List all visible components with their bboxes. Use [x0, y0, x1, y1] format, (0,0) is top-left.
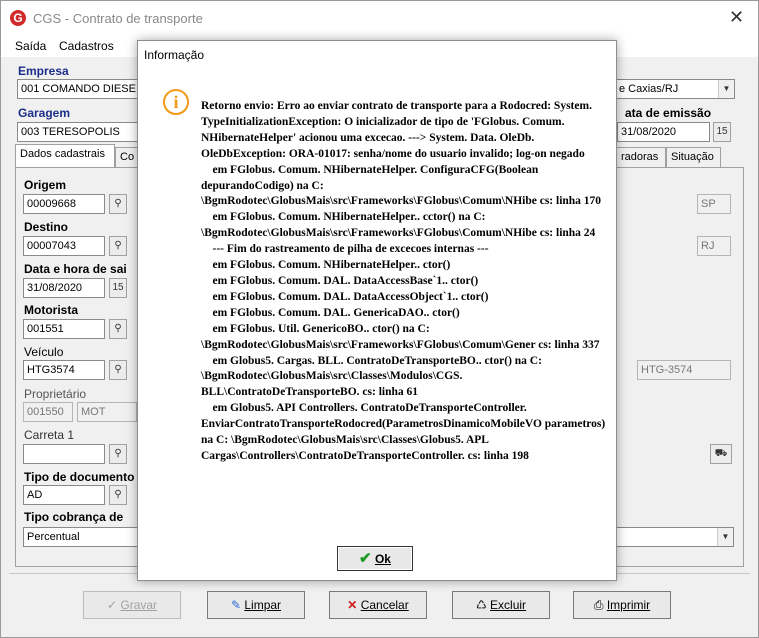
- app-logo-icon: G: [10, 10, 26, 26]
- proprietario-label: Proprietário: [24, 387, 87, 401]
- menu-cadastros[interactable]: Cadastros: [59, 39, 114, 53]
- destino-field[interactable]: 00007043: [23, 236, 105, 256]
- gravar-label: Gravar: [120, 598, 158, 612]
- gravar-button[interactable]: ✓ Gravar: [83, 591, 181, 619]
- proprietario-field: 001550: [23, 402, 73, 422]
- carreta-label: Carreta 1: [24, 428, 75, 442]
- empresa-field[interactable]: 001 COMANDO DIESE: [17, 79, 142, 99]
- binoculars-icon[interactable]: ⚲: [109, 360, 127, 380]
- tab-dados-cadastrais[interactable]: Dados cadastrais: [15, 144, 115, 168]
- excluir-button[interactable]: ♺ Excluir: [452, 591, 550, 619]
- origem-uf-field: SP: [697, 194, 731, 214]
- veiculo-label: Veículo: [24, 345, 64, 359]
- info-dialog: Informação i Retorno envio: Erro ao envi…: [137, 40, 617, 581]
- carreta-field[interactable]: [23, 444, 105, 464]
- destino-uf-field: RJ: [697, 236, 731, 256]
- truck-icon[interactable]: ⛟: [710, 444, 732, 464]
- info-icon: i: [163, 89, 189, 115]
- check-icon: ✓: [106, 598, 118, 612]
- data-saida-field[interactable]: 31/08/2020: [23, 278, 105, 298]
- binoculars-icon[interactable]: ⚲: [109, 319, 127, 339]
- data-emissao-label: ata de emissão: [625, 106, 712, 120]
- check-icon: ✔: [359, 550, 372, 567]
- cancelar-label: Cancelar: [360, 598, 409, 612]
- garagem-field[interactable]: 003 TERESOPOLIS: [17, 122, 142, 142]
- proprietario-nome-field: MOT: [77, 402, 137, 422]
- brush-icon: ✎: [230, 598, 242, 612]
- title-bar: G CGS - Contrato de transporte ✕: [1, 1, 758, 35]
- cidade-combo[interactable]: e Caxias/RJ ▼: [615, 79, 735, 99]
- calendar-icon[interactable]: 15: [713, 122, 731, 142]
- tab-radoras[interactable]: radoras: [616, 147, 666, 167]
- ok-label: Ok: [374, 552, 391, 566]
- cancelar-button[interactable]: ✕ Cancelar: [329, 591, 427, 619]
- imprimir-button[interactable]: ⎙ Imprimir: [573, 591, 671, 619]
- veiculo-field[interactable]: HTG3574: [23, 360, 105, 380]
- veiculo-placa-field: HTG-3574: [637, 360, 731, 380]
- x-icon: ✕: [347, 598, 358, 612]
- dialog-title: Informação: [144, 48, 205, 62]
- imprimir-label: Imprimir: [606, 598, 651, 612]
- dialog-message: Retorno envio: Erro ao enviar contrato d…: [201, 100, 606, 462]
- motorista-field[interactable]: 001551: [23, 319, 105, 339]
- calendar-icon[interactable]: 15: [109, 278, 127, 298]
- menu-saida[interactable]: Saída: [15, 39, 46, 53]
- data-emissao-field[interactable]: 31/08/2020: [617, 122, 710, 142]
- tipo-documento-label: Tipo de documento: [24, 470, 135, 484]
- limpar-button[interactable]: ✎ Limpar: [207, 591, 305, 619]
- binoculars-icon[interactable]: ⚲: [109, 444, 127, 464]
- origem-field[interactable]: 00009668: [23, 194, 105, 214]
- destino-label: Destino: [24, 220, 69, 234]
- limpar-label: Limpar: [244, 598, 282, 612]
- tipo-cobranca-value: Percentual: [27, 531, 80, 543]
- motorista-label: Motorista: [24, 303, 78, 317]
- binoculars-icon[interactable]: ⚲: [109, 236, 127, 256]
- tipo-documento-field[interactable]: AD: [23, 485, 105, 505]
- ok-button[interactable]: ✔ Ok: [337, 546, 413, 571]
- printer-icon: ⎙: [593, 598, 604, 612]
- origem-label: Origem: [24, 178, 67, 192]
- tab-situacao[interactable]: Situação: [666, 147, 721, 167]
- binoculars-icon[interactable]: ⚲: [109, 485, 127, 505]
- cidade-value: e Caxias/RJ: [619, 83, 679, 95]
- window-title: CGS - Contrato de transporte: [33, 11, 203, 26]
- garagem-label: Garagem: [18, 106, 71, 120]
- trash-icon: ♺: [475, 598, 487, 612]
- data-saida-label: Data e hora de sai: [24, 262, 127, 276]
- chevron-down-icon[interactable]: ▼: [718, 80, 734, 98]
- close-icon[interactable]: ✕: [729, 7, 744, 28]
- tipo-cobranca-label: Tipo cobrança de: [24, 510, 124, 524]
- empresa-label: Empresa: [18, 64, 69, 78]
- excluir-label: Excluir: [490, 598, 527, 612]
- chevron-down-icon[interactable]: ▼: [717, 528, 733, 546]
- binoculars-icon[interactable]: ⚲: [109, 194, 127, 214]
- dialog-title-bar: Informação: [138, 41, 616, 69]
